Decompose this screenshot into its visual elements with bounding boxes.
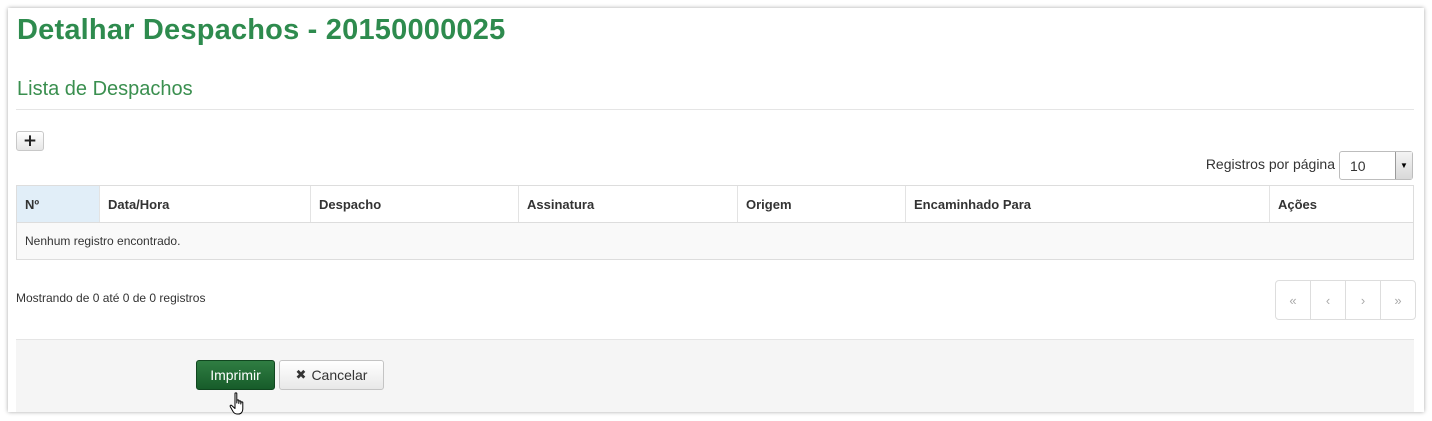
pagination-prev-button[interactable]: ‹	[1311, 281, 1346, 319]
column-header-numero[interactable]: Nº	[17, 186, 100, 223]
page-title: Detalhar Despachos - 20150000025	[17, 14, 506, 46]
pagination-next-button[interactable]: ›	[1346, 281, 1381, 319]
column-header-despacho[interactable]: Despacho	[310, 186, 519, 223]
dropdown-arrow-icon[interactable]: ▼	[1395, 152, 1412, 179]
table-header-row: Nº Data/Hora Despacho Assinatura Origem …	[17, 186, 1413, 223]
table-row: Nenhum registro encontrado.	[17, 222, 1413, 259]
hand-pointer-cursor-icon	[229, 392, 244, 415]
pagination: « ‹ › »	[1275, 280, 1416, 320]
close-icon: ✖	[295, 367, 307, 383]
section-title: Lista de Despachos	[17, 78, 193, 100]
column-header-data-hora[interactable]: Data/Hora	[99, 186, 311, 223]
column-header-origem[interactable]: Origem	[737, 186, 906, 223]
print-button[interactable]: Imprimir	[196, 360, 275, 390]
cancel-button-label: Cancelar	[311, 367, 368, 383]
empty-table-message: Nenhum registro encontrado.	[17, 222, 1413, 259]
plus-icon: +	[22, 130, 38, 151]
per-page-select[interactable]: 10 ▼	[1339, 151, 1413, 180]
per-page-label: Registros por página	[1205, 156, 1335, 172]
per-page-value: 10	[1350, 158, 1366, 174]
despachos-table: Nº Data/Hora Despacho Assinatura Origem …	[16, 185, 1414, 260]
pagination-info: Mostrando de 0 até 0 de 0 registros	[16, 291, 206, 305]
column-header-encaminhado-para[interactable]: Encaminhado Para	[905, 186, 1270, 223]
page-frame: Detalhar Despachos - 20150000025 Lista d…	[8, 8, 1424, 415]
pagination-first-button[interactable]: «	[1276, 281, 1311, 319]
pagination-last-button[interactable]: »	[1381, 281, 1415, 319]
add-despacho-button[interactable]: +	[16, 131, 44, 151]
section-divider	[16, 109, 1414, 110]
form-actions-bar: Imprimir ✖ Cancelar	[16, 339, 1414, 412]
column-header-acoes[interactable]: Ações	[1269, 186, 1413, 223]
column-header-assinatura[interactable]: Assinatura	[518, 186, 738, 223]
cancel-button[interactable]: ✖ Cancelar	[279, 360, 384, 390]
